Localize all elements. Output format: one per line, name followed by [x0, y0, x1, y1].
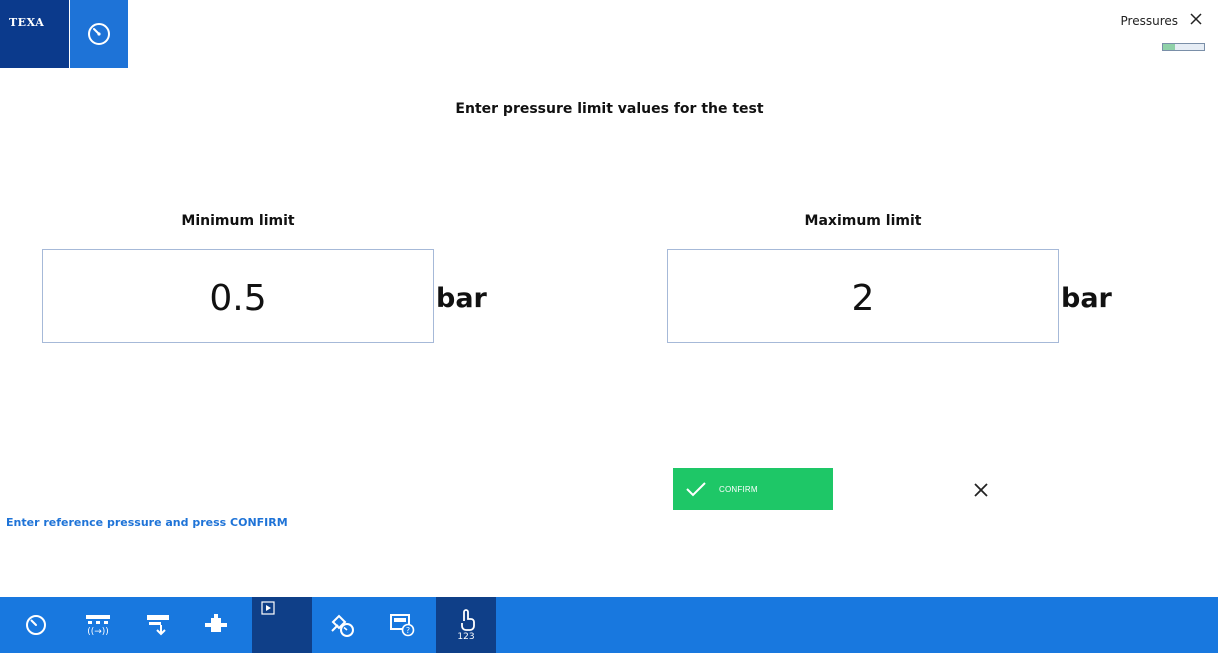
minimum-limit-field[interactable] — [42, 249, 434, 343]
bypass-icon — [147, 615, 169, 636]
toolbar-satellite-gauge-button[interactable] — [318, 597, 366, 653]
signal-exchange-icon — [86, 614, 110, 624]
minimum-limit-label: Minimum limit — [181, 213, 295, 229]
progress-bar — [1162, 43, 1205, 51]
toolbar-component-button[interactable] — [192, 597, 240, 653]
toolbar-calculator-help-button[interactable]: ? — [378, 597, 426, 653]
close-module-button[interactable] — [1186, 9, 1206, 29]
satellite-gauge-icon — [331, 614, 354, 637]
toolbar-sublabel: 123 — [457, 631, 475, 642]
maximum-limit-unit: bar — [1061, 283, 1112, 314]
toolbar-gauge-button[interactable] — [12, 597, 60, 653]
toolbar-sublabel: ((→)) — [87, 626, 109, 637]
module-title: Pressures — [1120, 14, 1179, 28]
maximum-limit-input[interactable] — [668, 250, 1058, 330]
close-icon — [974, 483, 988, 497]
touch-keypad-icon — [461, 608, 475, 631]
calculator-help-icon: ? — [390, 614, 415, 637]
play-icon — [261, 601, 275, 615]
minimum-limit-unit: bar — [436, 283, 487, 314]
maximum-limit-field[interactable] — [667, 249, 1059, 343]
pressures-screen: TEXA Pressures Enter pressure limit valu… — [0, 0, 1218, 653]
instruction-hint: Enter reference pressure and press CONFI… — [6, 516, 288, 529]
svg-text:?: ? — [406, 626, 410, 635]
toolbar-touch-keypad-button[interactable]: 123 — [442, 597, 490, 653]
toolbar-bypass-button[interactable] — [134, 597, 182, 653]
page-title: Enter pressure limit values for the test — [455, 101, 764, 117]
progress-fill — [1163, 44, 1176, 50]
gauge-icon — [26, 615, 46, 635]
toolbar-signal-exchange-button[interactable]: ((→)) — [74, 597, 122, 653]
checkmark-icon — [686, 482, 706, 497]
confirm-button[interactable]: CONFIRM — [673, 468, 833, 510]
texa-logo: TEXA — [0, 0, 69, 68]
gauge-icon — [88, 23, 110, 45]
maximum-limit-label: Maximum limit — [804, 213, 922, 229]
component-icon — [205, 614, 227, 632]
toolbar-play-button[interactable] — [244, 597, 292, 653]
bottom-toolbar: ((→)) ? 123 — [0, 597, 1218, 653]
cancel-button[interactable] — [970, 479, 992, 501]
minimum-limit-input[interactable] — [43, 250, 433, 330]
close-icon — [1190, 13, 1202, 25]
module-gauge-logo — [70, 0, 128, 68]
confirm-label: CONFIRM — [719, 484, 758, 494]
brand-label: TEXA — [9, 16, 45, 29]
